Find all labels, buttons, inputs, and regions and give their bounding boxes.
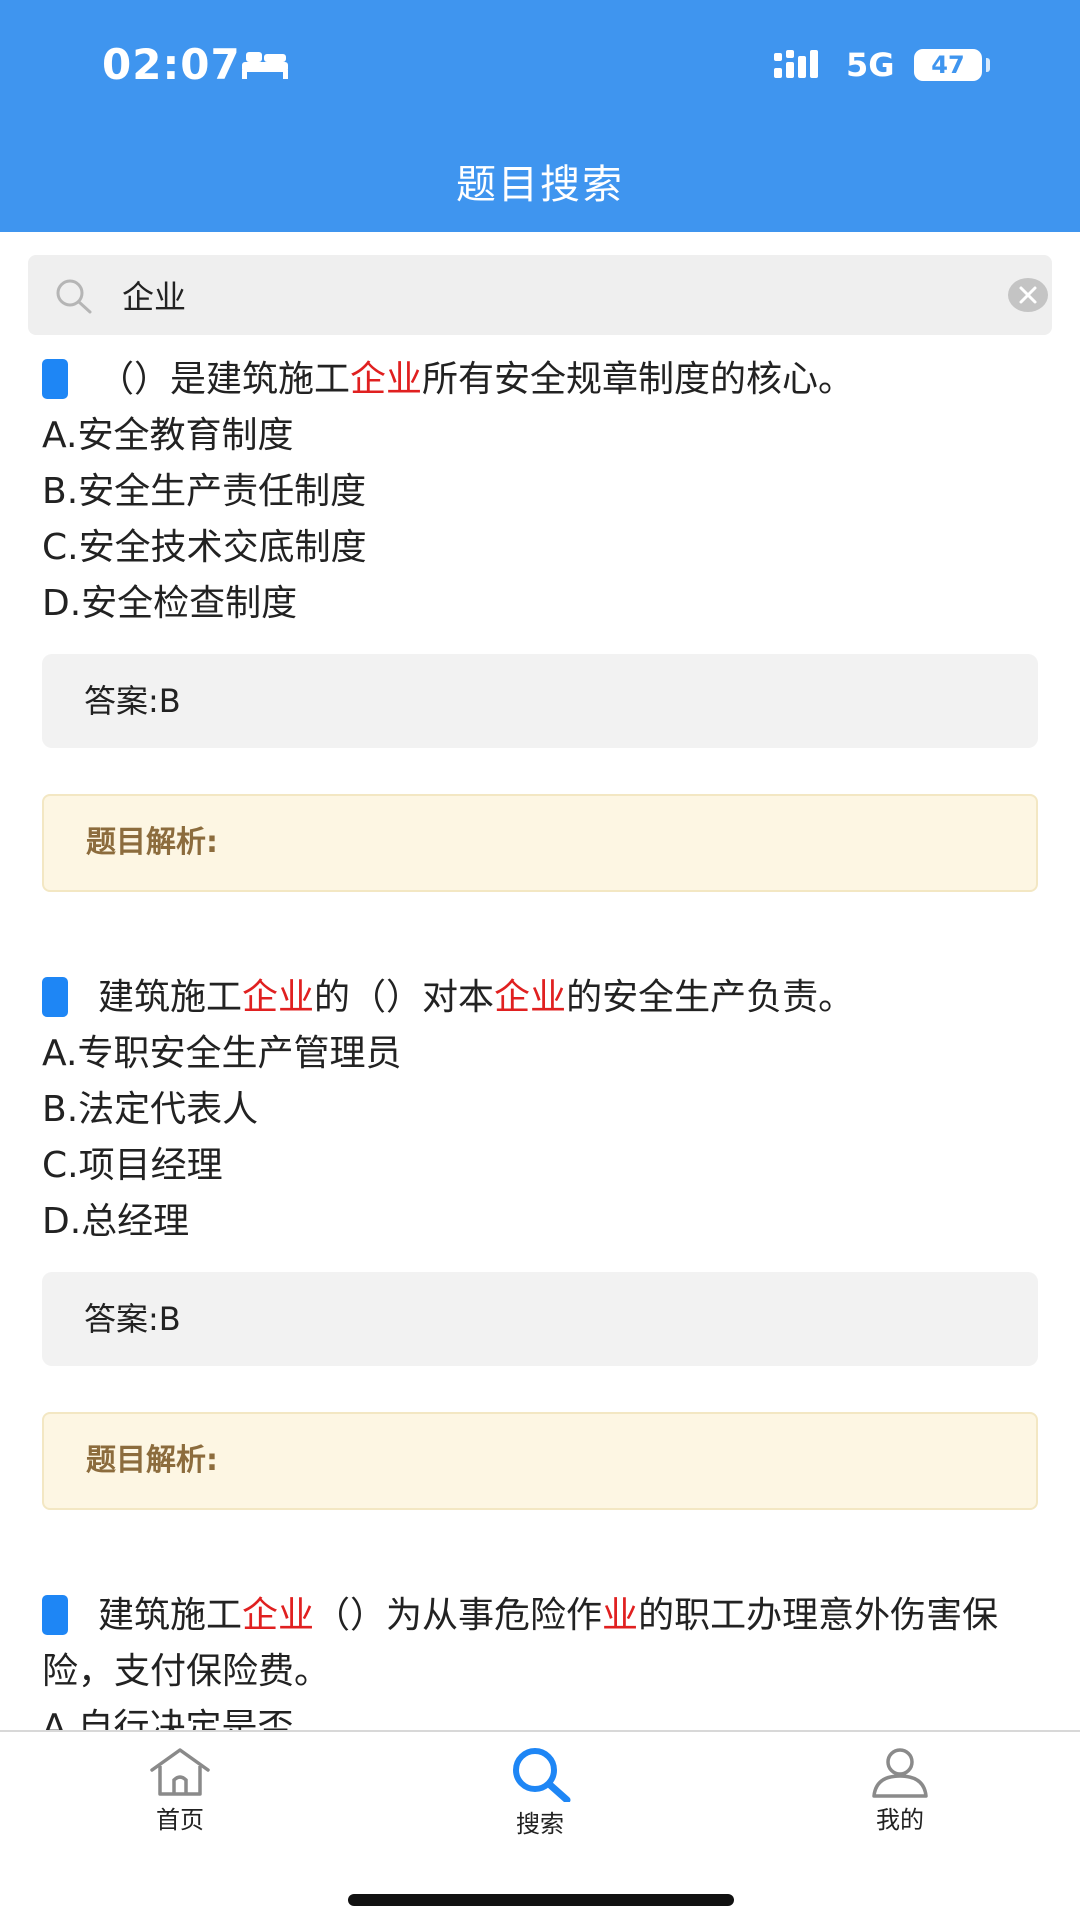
question-card: 建筑施工企业（）为从事危险作业的职工办理意外伤害保险，支付保险费。 A.自行决定…	[0, 1588, 1080, 1730]
option-a: A.自行决定是否	[42, 1707, 294, 1730]
answer-box: 答案:B	[42, 1272, 1038, 1366]
question-card: （）是建筑施工企业所有安全规章制度的核心。 A.安全教育制度 B.安全生产责任制…	[0, 352, 1080, 892]
highlighted-keyword: 企业	[494, 977, 567, 1018]
user-icon	[872, 1748, 928, 1798]
option-b: B.法定代表人	[42, 1089, 259, 1130]
status-time: 02:07	[102, 40, 241, 89]
question-marker	[42, 359, 68, 399]
option-c: C.项目经理	[42, 1145, 223, 1186]
header: 02:07 5G 47 题目搜索	[0, 0, 1080, 232]
battery-tip	[986, 58, 990, 72]
highlighted-keyword: 企业	[242, 1595, 315, 1636]
question-marker	[42, 977, 68, 1017]
answer-box: 答案:B	[42, 654, 1038, 748]
signal-icon	[774, 50, 818, 78]
status-bar: 02:07 5G 47	[0, 0, 1080, 130]
clear-search-icon[interactable]	[1008, 277, 1048, 313]
tab-label: 搜索	[516, 1810, 564, 1838]
question-segment: 建筑施工	[98, 977, 243, 1018]
bed-icon	[242, 52, 288, 79]
search-input[interactable]	[120, 255, 980, 335]
search-icon	[513, 1748, 571, 1802]
search-bar[interactable]	[28, 255, 1052, 335]
tab-home[interactable]: 首页	[80, 1732, 280, 1852]
option-d: D.安全检查制度	[42, 583, 298, 624]
question-segment: （）为从事危险作	[314, 1595, 603, 1636]
search-results[interactable]: （）是建筑施工企业所有安全规章制度的核心。 A.安全教育制度 B.安全生产责任制…	[0, 352, 1080, 1730]
option-c: C.安全技术交底制度	[42, 527, 367, 568]
search-icon	[56, 279, 92, 314]
question-text[interactable]: 建筑施工企业（）为从事危险作业的职工办理意外伤害保险，支付保险费。	[42, 1588, 1038, 1700]
tab-bar: 首页 搜索 我的	[0, 1730, 1080, 1920]
option-d: D.总经理	[42, 1201, 190, 1242]
tab-label: 我的	[876, 1806, 924, 1834]
page-title: 题目搜索	[456, 162, 624, 208]
question-segment: 的（）对本	[314, 977, 495, 1018]
tab-search[interactable]: 搜索	[440, 1732, 640, 1852]
question-segment: （）是建筑施工	[98, 359, 351, 400]
highlighted-keyword: 业	[602, 1595, 639, 1636]
question-marker	[42, 1595, 68, 1635]
question-segment: 建筑施工	[98, 1595, 243, 1636]
battery-icon: 47	[914, 49, 982, 81]
question-text[interactable]: （）是建筑施工企业所有安全规章制度的核心。	[42, 352, 1038, 408]
question-segment: 所有安全规章制度的核心。	[422, 359, 855, 400]
analysis-box[interactable]: 题目解析:	[42, 794, 1038, 892]
question-text[interactable]: 建筑施工企业的（）对本企业的安全生产负责。	[42, 970, 1038, 1026]
highlighted-keyword: 企业	[350, 359, 423, 400]
tab-profile[interactable]: 我的	[800, 1732, 1000, 1852]
question-segment: 的安全生产负责。	[566, 977, 855, 1018]
tab-label: 首页	[156, 1806, 204, 1834]
option-a: A.专职安全生产管理员	[42, 1033, 402, 1074]
battery-level: 47	[931, 51, 965, 79]
home-icon	[150, 1748, 210, 1796]
analysis-box[interactable]: 题目解析:	[42, 1412, 1038, 1510]
highlighted-keyword: 企业	[242, 977, 315, 1018]
network-type: 5G	[846, 46, 895, 84]
option-a: A.安全教育制度	[42, 415, 294, 456]
question-card: 建筑施工企业的（）对本企业的安全生产负责。 A.专职安全生产管理员 B.法定代表…	[0, 970, 1080, 1510]
home-indicator	[348, 1894, 734, 1906]
option-b: B.安全生产责任制度	[42, 471, 367, 512]
